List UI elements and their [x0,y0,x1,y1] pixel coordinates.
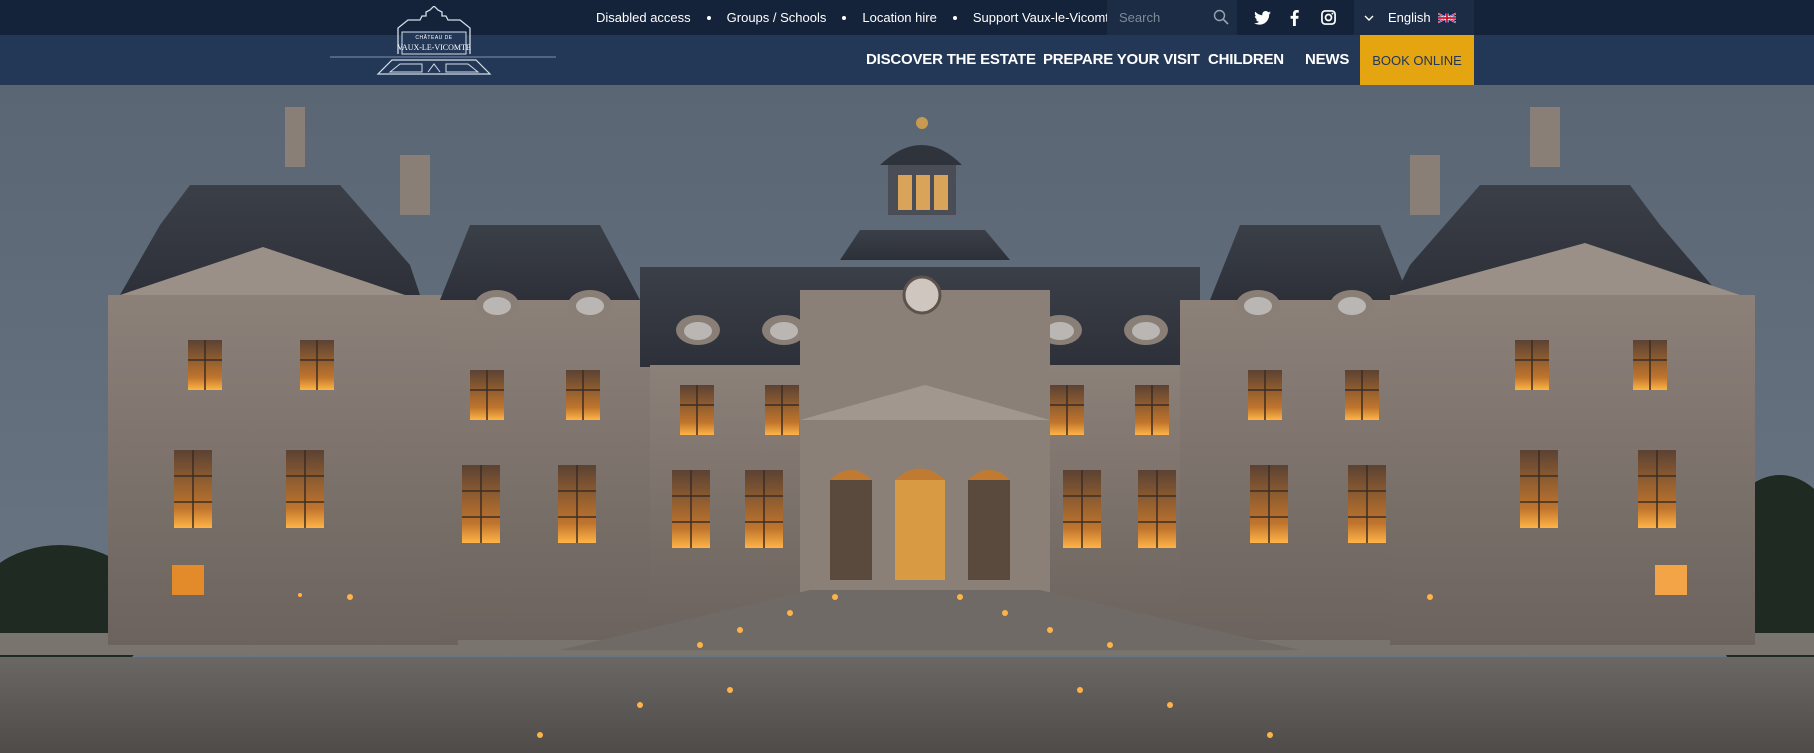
top-link-location-hire[interactable]: Location hire [862,10,936,25]
uk-flag-icon [1437,12,1456,23]
separator-dot [842,15,847,20]
nav-discover-estate[interactable]: DISCOVER THE ESTATE [866,35,1036,85]
top-links: Disabled access Groups / Schools Locatio… [596,0,1116,35]
language-selector[interactable]: English [1354,0,1474,35]
search-box [1107,0,1237,35]
separator-dot [952,15,957,20]
facebook-icon[interactable] [1290,0,1299,35]
logo-line2: VAUX-LE-VICOMTE [397,43,471,52]
top-utility-bar: Disabled access Groups / Schools Locatio… [0,0,1814,35]
top-link-support[interactable]: Support Vaux-le-Vicomte [973,10,1116,25]
search-input[interactable] [1117,9,1213,26]
site-logo[interactable]: CHÂTEAU DE VAUX-LE-VICOMTE [330,5,556,76]
chevron-down-icon [1364,15,1374,21]
nav-prepare-visit[interactable]: PREPARE YOUR VISIT [1043,35,1200,85]
nav-children[interactable]: CHILDREN [1208,35,1284,85]
nav-news[interactable]: NEWS [1305,35,1349,85]
language-label: English [1388,10,1431,25]
book-online-button[interactable]: BOOK ONLINE [1360,35,1474,85]
hero-image-chateau [0,85,1814,753]
top-link-disabled-access[interactable]: Disabled access [596,10,691,25]
search-icon[interactable] [1213,9,1229,25]
separator-dot [706,15,711,20]
top-link-groups-schools[interactable]: Groups / Schools [727,10,827,25]
instagram-icon[interactable] [1321,0,1336,35]
main-navbar: DISCOVER THE ESTATE PREPARE YOUR VISIT C… [0,35,1814,85]
logo-line1: CHÂTEAU DE [415,35,453,41]
twitter-icon[interactable] [1254,0,1271,35]
